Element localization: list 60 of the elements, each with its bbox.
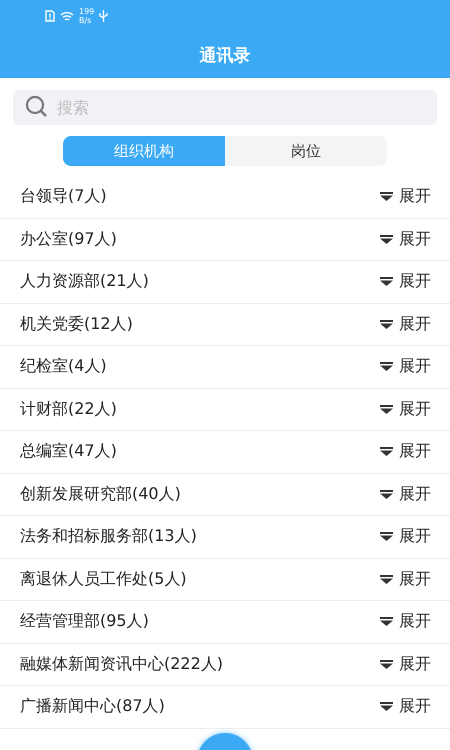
expand-toggle[interactable]: 展开	[380, 526, 431, 548]
department-name: 机关党委(12人)	[20, 314, 133, 335]
department-name: 总编室(47人)	[20, 441, 117, 462]
department-name: 法务和招标服务部(13人)	[20, 526, 197, 548]
expand-toggle[interactable]: 展开	[380, 186, 431, 208]
expand-toggle[interactable]: 展开	[380, 441, 431, 462]
expand-toggle[interactable]: 展开	[380, 314, 431, 335]
expand-toggle[interactable]: 展开	[380, 484, 431, 505]
department-row[interactable]: 纪检室(4人) 展开	[0, 346, 450, 388]
department-row[interactable]: 总编室(47人) 展开	[0, 431, 450, 474]
search-field[interactable]: 搜索	[13, 90, 437, 125]
department-name: 人力资源部(21人)	[20, 271, 149, 292]
caret-down-icon	[380, 702, 393, 712]
department-row[interactable]: 广播新闻中心(87人) 展开	[0, 686, 450, 728]
department-name: 经营管理部(95人)	[20, 611, 149, 632]
caret-down-icon	[380, 404, 393, 414]
department-name: 办公室(97人)	[20, 228, 117, 250]
wifi-icon	[60, 10, 74, 22]
department-row[interactable]: 人力资源部(21人) 展开	[0, 261, 450, 304]
department-row[interactable]: 法务和招标服务部(13人) 展开	[0, 516, 450, 558]
expand-toggle[interactable]: 展开	[380, 568, 431, 590]
department-name: 离退休人员工作处(5人)	[20, 568, 187, 590]
department-row[interactable]: 办公室(97人) 展开	[0, 218, 450, 261]
caret-down-icon	[380, 277, 393, 286]
department-name: 纪检室(4人)	[20, 356, 107, 378]
department-name: 广播新闻中心(87人)	[20, 696, 165, 718]
department-name: 计财部(22人)	[20, 398, 117, 420]
department-row[interactable]: 计财部(22人) 展开	[0, 388, 450, 431]
caret-down-icon	[380, 192, 393, 202]
search-icon	[25, 95, 49, 119]
caret-down-icon	[380, 490, 393, 499]
sim-alert-icon	[45, 10, 55, 22]
expand-toggle[interactable]: 展开	[380, 356, 431, 378]
department-name: 台领导(7人)	[20, 186, 107, 208]
page-title: 通讯录	[200, 44, 250, 66]
network-speed: 199	[79, 7, 94, 16]
department-row[interactable]: 经营管理部(95人) 展开	[0, 601, 450, 644]
department-row[interactable]: 融媒体新闻资讯中心(222人) 展开	[0, 644, 450, 686]
department-row[interactable]: 机关党委(12人) 展开	[0, 304, 450, 346]
expand-toggle[interactable]: 展开	[380, 228, 431, 250]
expand-toggle[interactable]: 展开	[380, 398, 431, 420]
department-row[interactable]: 离退休人员工作处(5人) 展开	[0, 558, 450, 601]
speed-unit: B/s	[79, 16, 92, 25]
caret-down-icon	[380, 447, 393, 456]
department-row[interactable]: 创新发展研究部(40人) 展开	[0, 474, 450, 516]
usb-icon	[99, 10, 108, 22]
expand-toggle[interactable]: 展开	[380, 271, 431, 292]
caret-down-icon	[380, 574, 393, 584]
caret-down-icon	[380, 532, 393, 542]
caret-down-icon	[380, 660, 393, 669]
department-row[interactable]: 台领导(7人) 展开	[0, 176, 450, 218]
caret-down-icon	[380, 234, 393, 244]
expand-toggle[interactable]: 展开	[380, 696, 431, 718]
department-name: 创新发展研究部(40人)	[20, 484, 181, 505]
caret-down-icon	[380, 362, 393, 372]
caret-down-icon	[380, 617, 393, 626]
expand-toggle[interactable]: 展开	[380, 611, 431, 632]
expand-toggle[interactable]: 展开	[380, 654, 431, 675]
caret-down-icon	[380, 320, 393, 329]
department-name: 融媒体新闻资讯中心(222人)	[20, 654, 224, 675]
